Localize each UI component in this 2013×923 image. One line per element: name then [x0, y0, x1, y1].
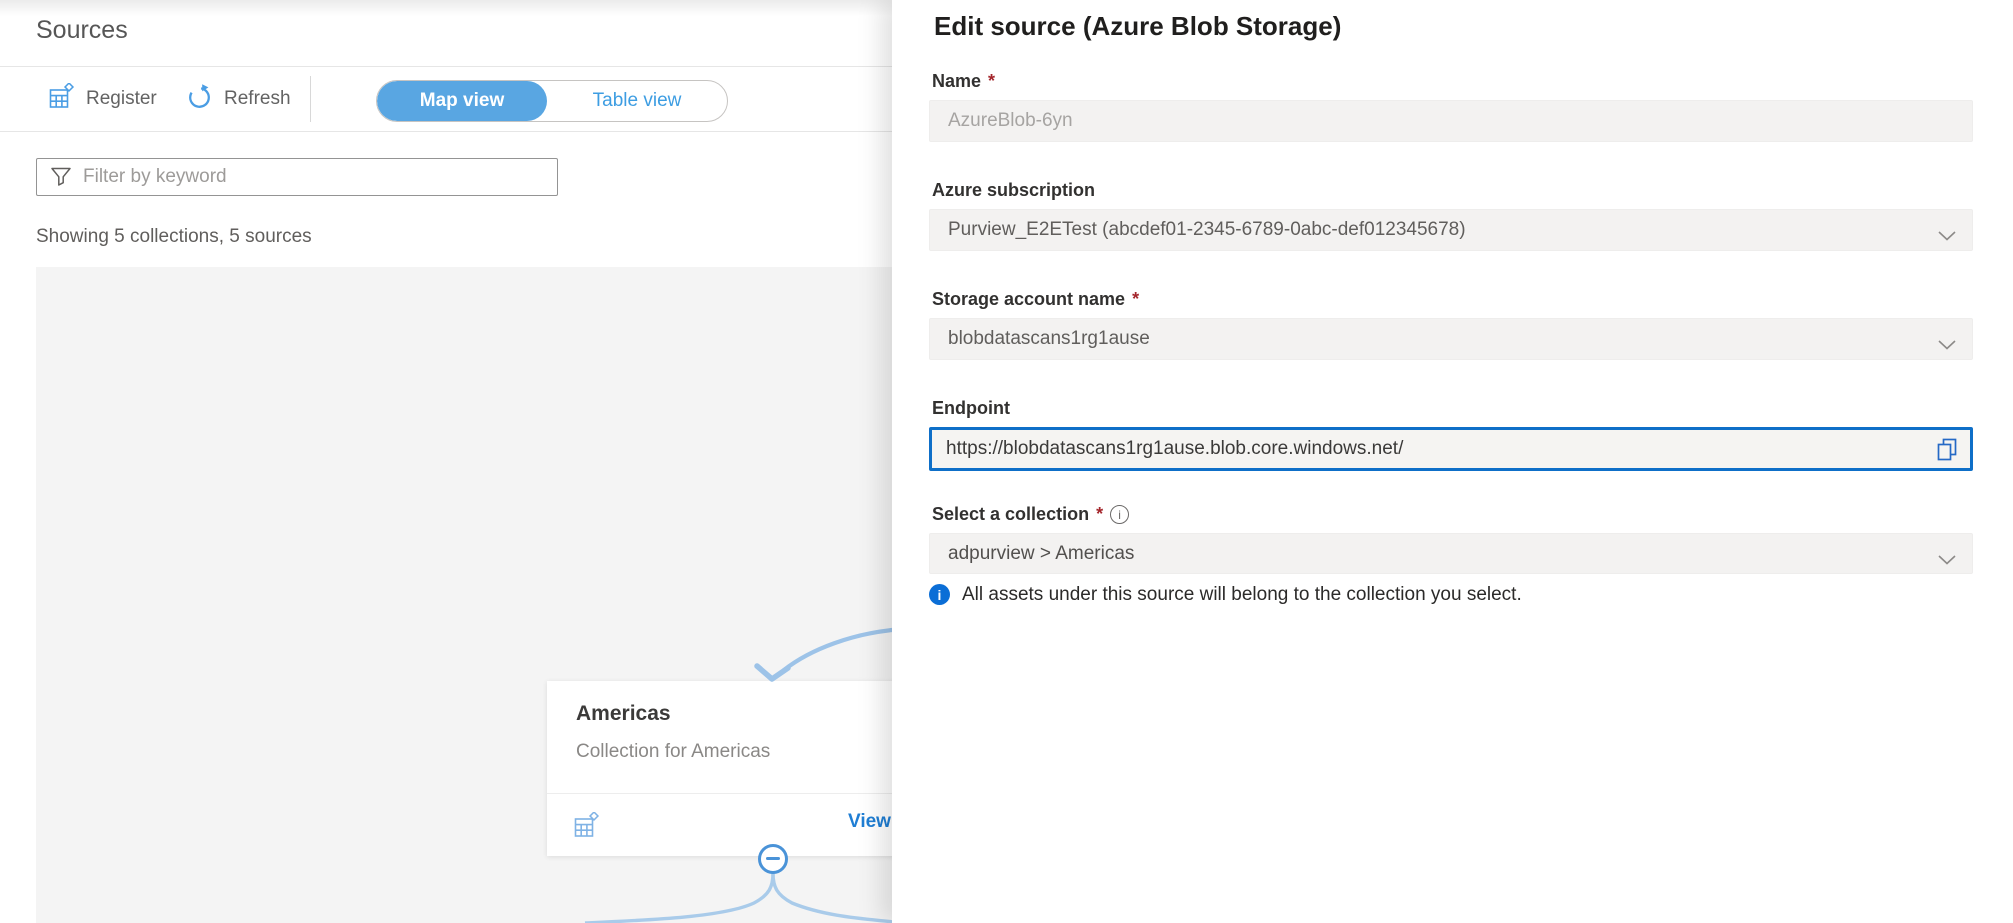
- info-icon[interactable]: i: [1110, 505, 1129, 524]
- register-label: Register: [86, 88, 157, 110]
- name-label: Name*: [932, 71, 995, 92]
- view-toggle: Map view Table view: [376, 80, 728, 122]
- collection-title: Americas: [576, 702, 671, 726]
- command-bar: Register Refresh Map view Table view: [0, 67, 892, 131]
- register-button[interactable]: Register: [48, 67, 157, 131]
- collection-subtitle: Collection for Americas: [576, 741, 770, 763]
- page-title: Sources: [36, 16, 128, 45]
- sources-page: Sources Register: [0, 0, 892, 923]
- storage-value: blobdatascans1rg1ause: [948, 328, 1150, 350]
- refresh-label: Refresh: [224, 88, 291, 110]
- refresh-icon: [186, 83, 213, 115]
- copy-button[interactable]: [1935, 438, 1961, 464]
- collections-map[interactable]: Americas Collection for Americas View: [36, 267, 892, 923]
- required-asterisk: *: [1132, 289, 1139, 310]
- storage-label: Storage account name*: [932, 289, 1139, 310]
- register-icon: [48, 83, 75, 115]
- collection-label: Select a collection* i: [932, 504, 1129, 525]
- required-asterisk: *: [1096, 504, 1103, 525]
- subscription-label: Azure subscription: [932, 180, 1095, 201]
- chevron-down-icon: [1938, 334, 1956, 356]
- refresh-button[interactable]: Refresh: [186, 67, 291, 131]
- filter-field: [36, 158, 558, 196]
- toolbar-separator: [310, 76, 311, 122]
- required-asterisk: *: [988, 71, 995, 92]
- info-filled-icon: i: [929, 584, 950, 605]
- endpoint-field[interactable]: [929, 427, 1973, 471]
- map-view-toggle[interactable]: Map view: [377, 81, 547, 121]
- collection-card-americas[interactable]: Americas Collection for Americas View: [547, 681, 947, 856]
- name-field[interactable]: [929, 100, 1973, 142]
- divider: [0, 131, 892, 132]
- subscription-dropdown[interactable]: Purview_E2ETest (abcdef01-2345-6789-0abc…: [929, 209, 1973, 251]
- panel-title: Edit source (Azure Blob Storage): [934, 11, 1341, 42]
- top-gradient: [0, 0, 892, 16]
- edit-source-panel: Edit source (Azure Blob Storage) Name* A…: [892, 0, 2013, 923]
- filter-icon: [50, 167, 72, 193]
- collapse-node-button[interactable]: [758, 844, 788, 874]
- subscription-value: Purview_E2ETest (abcdef01-2345-6789-0abc…: [948, 219, 1466, 241]
- collection-card-footer: View: [547, 793, 947, 856]
- results-summary: Showing 5 collections, 5 sources: [36, 226, 312, 248]
- storage-dropdown[interactable]: blobdatascans1rg1ause: [929, 318, 1973, 360]
- collection-dropdown[interactable]: adpurview > Americas: [929, 533, 1973, 574]
- endpoint-label: Endpoint: [932, 398, 1010, 419]
- table-view-toggle[interactable]: Table view: [547, 81, 727, 121]
- chevron-down-icon: [1938, 549, 1956, 571]
- chevron-down-icon: [1938, 225, 1956, 247]
- collection-note: i All assets under this source will belo…: [929, 583, 1522, 606]
- note-text: All assets under this source will belong…: [962, 583, 1522, 606]
- minus-icon: [766, 857, 780, 860]
- view-link[interactable]: View: [848, 811, 891, 833]
- sources-grid-icon: [573, 812, 600, 844]
- filter-input[interactable]: [36, 158, 558, 196]
- collection-value: adpurview > Americas: [948, 543, 1134, 565]
